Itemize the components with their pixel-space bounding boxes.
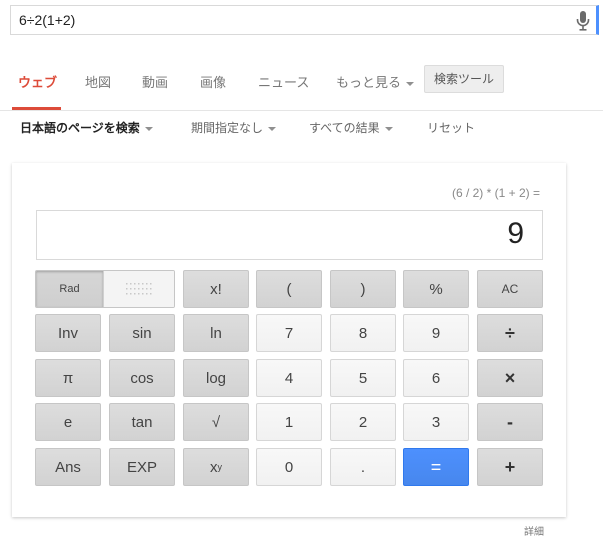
pi-key[interactable]: π [35, 359, 101, 397]
search-box[interactable] [10, 5, 599, 35]
filter-results[interactable]: すべての結果 [309, 119, 393, 136]
details-link[interactable]: 詳細 [524, 523, 544, 538]
power-key[interactable]: xy [183, 448, 249, 486]
digit-4-key[interactable]: 4 [256, 359, 322, 397]
digit-7-key[interactable]: 7 [256, 314, 322, 352]
dotted-grid-icon [126, 283, 152, 295]
calculator-expression: (6 / 2) * (1 + 2) = [451, 186, 540, 200]
ln-key[interactable]: ln [183, 314, 249, 352]
sin-key[interactable]: sin [109, 314, 175, 352]
filter-time-label: 期間指定なし [191, 121, 264, 135]
chevron-down-icon [384, 126, 393, 131]
log-key[interactable]: log [183, 359, 249, 397]
open-paren-key[interactable]: ( [256, 270, 322, 308]
tab-web[interactable]: ウェブ [18, 72, 57, 91]
search-input[interactable] [19, 7, 559, 33]
digit-9-key[interactable]: 9 [403, 314, 469, 352]
calculator-display: 9 [36, 210, 543, 260]
filter-language[interactable]: 日本語のページを検索 [20, 119, 153, 136]
plus-key[interactable]: + [477, 448, 543, 486]
tab-images[interactable]: 画像 [200, 72, 226, 91]
exp-key[interactable]: EXP [109, 448, 175, 486]
chevron-down-icon [406, 81, 415, 86]
tab-videos[interactable]: 動画 [142, 72, 168, 91]
power-key-base: x [210, 458, 218, 476]
calculator-widget: (6 / 2) * (1 + 2) = 9 Rad x! ( ) % AC In… [12, 163, 566, 517]
sqrt-key[interactable]: √ [183, 403, 249, 441]
deg-button[interactable] [103, 271, 174, 307]
divide-key[interactable]: ÷ [477, 314, 543, 352]
tan-key[interactable]: tan [109, 403, 175, 441]
chevron-down-icon [144, 126, 153, 131]
filter-results-label: すべての結果 [309, 121, 380, 135]
filter-bar: 日本語のページを検索 期間指定なし すべての結果 リセット [0, 111, 603, 143]
close-paren-key[interactable]: ) [330, 270, 396, 308]
angle-mode-toggle[interactable]: Rad [35, 270, 175, 308]
tab-maps[interactable]: 地図 [85, 72, 111, 91]
tab-more-label: もっと見る [336, 76, 402, 91]
minus-key[interactable]: - [477, 403, 543, 441]
search-tools-button[interactable]: 検索ツール [424, 65, 504, 93]
equals-key[interactable]: = [403, 448, 469, 486]
percent-key[interactable]: % [403, 270, 469, 308]
tab-more[interactable]: もっと見る [336, 72, 415, 91]
cos-key[interactable]: cos [109, 359, 175, 397]
decimal-point-key[interactable]: . [330, 448, 396, 486]
filter-time[interactable]: 期間指定なし [191, 119, 277, 136]
active-tab-indicator [12, 107, 61, 110]
digit-1-key[interactable]: 1 [256, 403, 322, 441]
digit-5-key[interactable]: 5 [330, 359, 396, 397]
search-tabs-bar: ウェブ 地図 動画 画像 ニュース もっと見る 検索ツール [0, 56, 603, 111]
tab-news[interactable]: ニュース [258, 72, 309, 91]
rad-button[interactable]: Rad [36, 271, 103, 307]
digit-3-key[interactable]: 3 [403, 403, 469, 441]
digit-8-key[interactable]: 8 [330, 314, 396, 352]
power-key-exponent: y [217, 462, 223, 472]
filter-language-label: 日本語のページを検索 [20, 121, 140, 135]
inverse-key[interactable]: Inv [35, 314, 101, 352]
digit-2-key[interactable]: 2 [330, 403, 396, 441]
all-clear-key[interactable]: AC [477, 270, 543, 308]
digit-0-key[interactable]: 0 [256, 448, 322, 486]
answer-key[interactable]: Ans [35, 448, 101, 486]
digit-6-key[interactable]: 6 [403, 359, 469, 397]
filter-reset[interactable]: リセット [427, 119, 475, 136]
euler-key[interactable]: e [35, 403, 101, 441]
multiply-key[interactable]: × [477, 359, 543, 397]
chevron-down-icon [268, 126, 277, 131]
factorial-key[interactable]: x! [183, 270, 249, 308]
calculator-result: 9 [507, 217, 524, 250]
microphone-icon[interactable] [576, 11, 590, 31]
